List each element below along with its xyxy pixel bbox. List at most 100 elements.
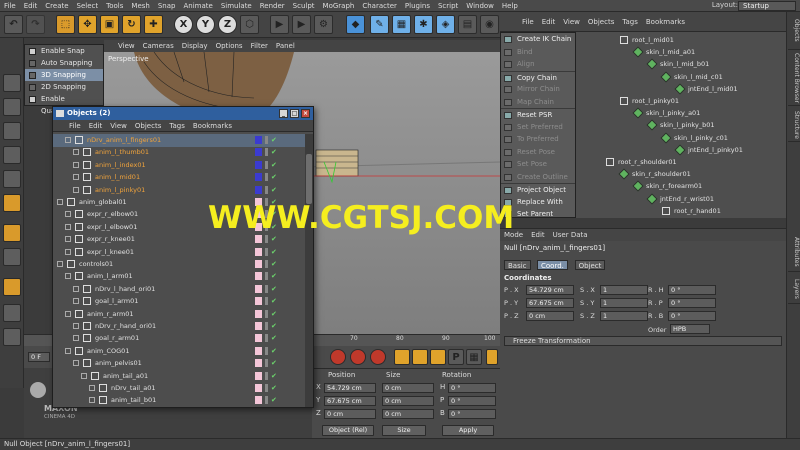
layer-color-swatch[interactable] (255, 235, 262, 244)
move-tool-icon[interactable]: ✥ (78, 15, 97, 34)
enabled-check-icon[interactable]: ✔ (271, 270, 277, 283)
side-tab-structure[interactable]: Structure (788, 108, 800, 142)
menu-item-mesh[interactable]: Mesh (131, 2, 149, 10)
close-icon[interactable]: × (301, 109, 310, 118)
tree-item[interactable]: skin_l_pinky_a01 (632, 107, 700, 119)
visibility-dots-icon[interactable] (265, 260, 268, 268)
side-tab-content-browser[interactable]: Content Browser (788, 52, 800, 106)
tree-item[interactable]: jntEnd_l_mid01 (674, 83, 738, 95)
visibility-dots-icon[interactable] (265, 160, 268, 169)
layer-color-swatch[interactable] (255, 297, 262, 306)
coordinate-system-icon[interactable]: ⬡ (240, 15, 259, 34)
rotation-field[interactable]: 0 ° (448, 383, 496, 393)
tree-item[interactable]: skin_l_pinky_b01 (646, 119, 714, 132)
snap-magnet-icon[interactable] (3, 278, 21, 296)
scale-field[interactable]: 1 (600, 298, 648, 308)
objects-window-menu-bookmarks[interactable]: Bookmarks (193, 122, 232, 130)
enabled-check-icon[interactable]: ✔ (271, 320, 277, 333)
expand-toggle-icon[interactable] (65, 310, 71, 317)
current-frame-field[interactable]: 0 F (28, 352, 50, 362)
object-row[interactable]: expr_l_knee01 ✔ (53, 246, 305, 259)
layer-color-swatch[interactable] (255, 272, 262, 281)
menu-item-file[interactable]: File (4, 2, 16, 10)
tab-basic[interactable]: Basic (504, 260, 531, 270)
enabled-check-icon[interactable]: ✔ (271, 370, 277, 383)
object-row[interactable]: anim_l_index01 ✔ (53, 159, 305, 172)
scale-tool-icon[interactable]: ▣ (100, 15, 119, 34)
deformer-icon[interactable]: ◈ (436, 15, 455, 34)
enabled-check-icon[interactable]: ✔ (271, 332, 277, 345)
enabled-check-icon[interactable]: ✔ (271, 246, 277, 259)
expand-toggle-icon[interactable] (73, 161, 79, 168)
expand-toggle-icon[interactable] (81, 372, 87, 379)
expand-toggle-icon[interactable] (73, 335, 79, 342)
grid-icon[interactable] (3, 328, 21, 346)
subdivision-icon[interactable]: ▦ (392, 15, 411, 34)
objects-window-menu-objects[interactable]: Objects (135, 122, 161, 130)
snap-menu-item[interactable]: 3D Snapping (25, 69, 103, 81)
visibility-dots-icon[interactable] (265, 247, 268, 256)
visibility-dots-icon[interactable] (265, 148, 268, 157)
menu-item-select[interactable]: Select (77, 2, 99, 10)
layer-color-swatch[interactable] (255, 309, 262, 318)
expand-toggle-icon[interactable] (65, 211, 71, 218)
freeze-transformation-group[interactable]: Freeze Transformation (504, 336, 782, 346)
select-tool-icon[interactable]: ⬚ (56, 15, 75, 34)
enabled-check-icon[interactable]: ✔ (271, 184, 277, 197)
object-row[interactable]: anim_l_mid01 ✔ (53, 171, 305, 184)
om-menu-view[interactable]: View (563, 18, 580, 26)
side-tab-attributes[interactable]: Attributes (788, 232, 800, 272)
layer-color-swatch[interactable] (255, 136, 262, 144)
enabled-check-icon[interactable]: ✔ (271, 171, 277, 184)
om-menu-bookmarks[interactable]: Bookmarks (646, 18, 685, 26)
tree-item[interactable]: skin_l_mid_b01 (646, 58, 709, 71)
expand-toggle-icon[interactable] (65, 347, 71, 354)
model-mode-icon[interactable] (3, 98, 21, 116)
objects-window-menu-view[interactable]: View (110, 122, 127, 130)
scale-field[interactable]: 1 (600, 311, 648, 321)
object-row[interactable]: controls01 ✔ (53, 258, 305, 271)
expand-toggle-icon[interactable] (57, 261, 63, 267)
visibility-dots-icon[interactable] (265, 384, 268, 392)
object-row[interactable]: nDrv_tail_a01 ✔ (53, 382, 305, 395)
menu-item-create[interactable]: Create (45, 2, 68, 10)
size-mode-select[interactable]: Size (382, 425, 426, 436)
attr-menu-edit[interactable]: Edit (531, 231, 545, 239)
snap-menu-item[interactable]: Enable Quantizing (25, 93, 103, 115)
layer-color-swatch[interactable] (255, 185, 262, 194)
menu-item-snap[interactable]: Snap (158, 2, 176, 10)
layer-color-swatch[interactable] (255, 334, 262, 343)
scrollbar-thumb[interactable] (306, 154, 312, 204)
position-field[interactable]: 0 cm (324, 409, 376, 419)
visibility-dots-icon[interactable] (265, 136, 268, 144)
object-row[interactable]: anim_l_arm01 ✔ (53, 270, 305, 283)
layer-color-swatch[interactable] (255, 260, 262, 268)
tree-item[interactable]: skin_l_pinky_c01 (660, 131, 728, 144)
object-row[interactable]: anim_tail_a01 ✔ (53, 370, 305, 383)
objects-window-scrollbar[interactable] (305, 134, 313, 407)
menu-item-animate[interactable]: Animate (183, 2, 212, 10)
object-row[interactable]: goal_l_arm01 ✔ (53, 295, 305, 308)
layer-color-swatch[interactable] (255, 371, 262, 380)
scale-field[interactable]: 1 (600, 285, 648, 295)
viewport-menu-filter[interactable]: Filter (251, 42, 268, 50)
viewport-menu-view[interactable]: View (118, 42, 135, 50)
objects-window-tree[interactable]: nDrv_anim_l_fingers01 ✔ anim_l_thumb01 ✔ ani… (53, 134, 305, 407)
position-field[interactable]: 54.729 cm (324, 383, 376, 393)
snap-menu-item[interactable]: Enable Snap (25, 45, 103, 57)
rotation-field[interactable]: 0 ° (668, 298, 716, 308)
x-axis-button[interactable]: X (174, 15, 193, 34)
camera-icon[interactable]: ◉ (480, 15, 499, 34)
position-field[interactable]: 67.675 cm (324, 396, 376, 406)
layer-color-swatch[interactable] (255, 396, 262, 405)
viewport-menu-panel[interactable]: Panel (276, 42, 295, 50)
material-preview[interactable] (30, 382, 46, 398)
workplane-icon[interactable] (3, 304, 21, 322)
rotation-field[interactable]: 0 ° (448, 409, 496, 419)
side-tab-layers[interactable]: Layers (788, 274, 800, 304)
tree-item[interactable]: skin_r_forearm01 (632, 180, 702, 193)
keyframe-selection-icon[interactable] (370, 349, 386, 365)
menu-item-window[interactable]: Window (466, 2, 494, 10)
menu-item-plugins[interactable]: Plugins (405, 2, 430, 10)
expand-toggle-icon[interactable] (73, 186, 79, 193)
